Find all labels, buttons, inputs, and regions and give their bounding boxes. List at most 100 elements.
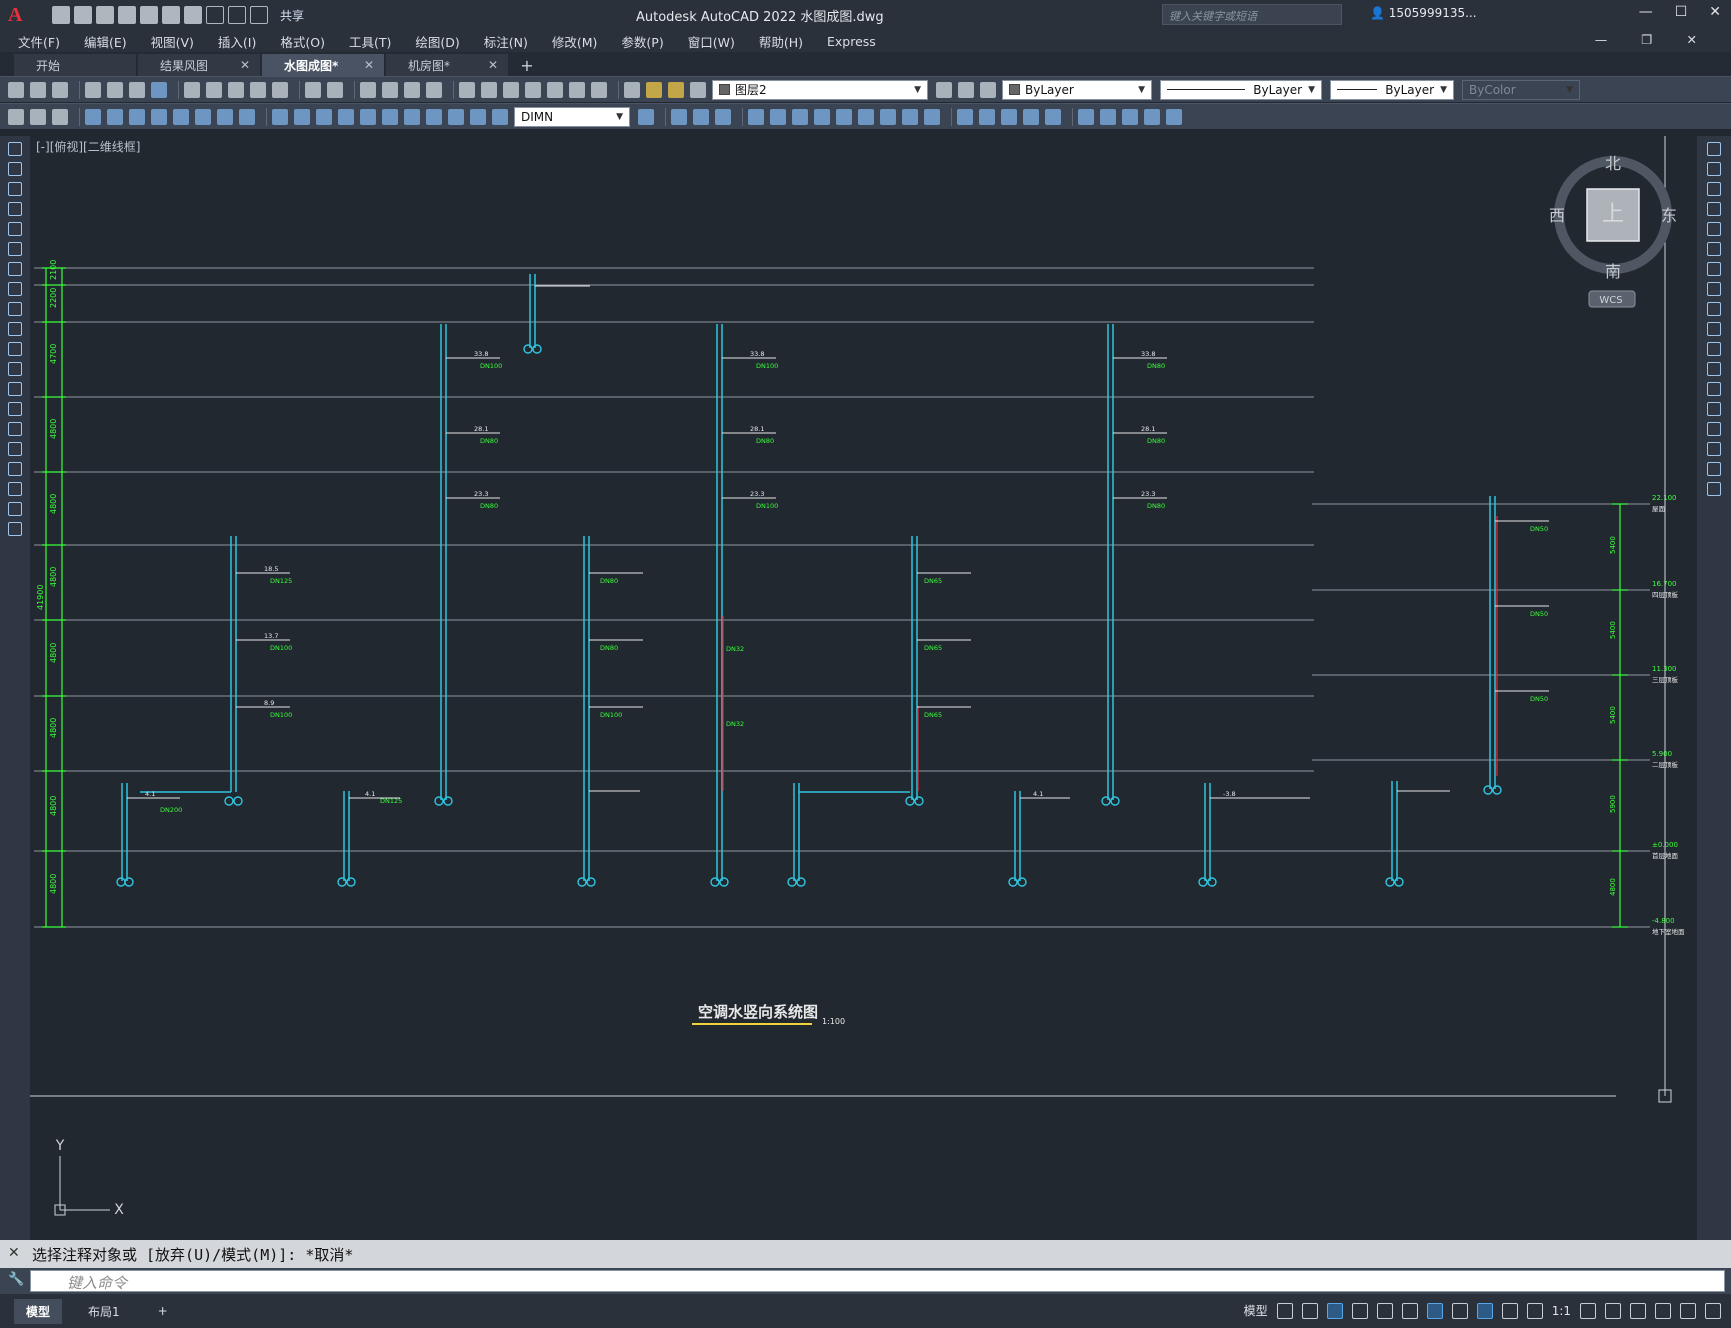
customization-menu-icon[interactable] xyxy=(1705,1302,1721,1319)
calculator-icon[interactable] xyxy=(569,81,585,98)
construction-line-icon[interactable] xyxy=(8,162,22,176)
rotate-icon[interactable] xyxy=(814,108,830,125)
scale-icon[interactable] xyxy=(1707,282,1721,296)
join-icon[interactable] xyxy=(1707,402,1721,416)
plot-preview-icon[interactable] xyxy=(107,81,123,98)
grid-icon[interactable] xyxy=(1276,1302,1293,1319)
revision-cloud-icon[interactable] xyxy=(8,282,22,296)
plot-icon[interactable] xyxy=(85,81,101,98)
doc-minimize-icon[interactable]: — xyxy=(1595,32,1608,47)
ellipse-arc-icon[interactable] xyxy=(8,342,22,356)
clean-screen-icon[interactable] xyxy=(1680,1302,1696,1319)
copy-icon[interactable] xyxy=(1707,162,1721,176)
customize-qa-icon[interactable] xyxy=(250,6,268,24)
menu-tools[interactable]: 工具(T) xyxy=(349,32,391,51)
polygon-icon[interactable] xyxy=(8,202,22,216)
open-icon[interactable] xyxy=(74,6,92,24)
layer-properties-icon[interactable] xyxy=(624,81,640,98)
tab-model[interactable]: 模型 xyxy=(14,1298,63,1324)
rotate-icon[interactable] xyxy=(1707,262,1721,276)
center-mark-icon[interactable] xyxy=(404,108,420,125)
layer-dropdown[interactable]: 图层2 ▼ xyxy=(712,79,928,100)
tab-result-air[interactable]: 结果风图 ✕ xyxy=(138,54,260,76)
maximize-icon[interactable]: ☐ xyxy=(1675,4,1688,20)
explode-icon[interactable] xyxy=(1707,482,1721,496)
break-at-point-icon[interactable] xyxy=(1707,362,1721,376)
hatch-icon[interactable] xyxy=(8,422,22,436)
chamfer-icon[interactable] xyxy=(957,108,973,125)
zoom-realtime-icon[interactable] xyxy=(382,81,398,98)
fillet-icon[interactable] xyxy=(1707,442,1721,456)
isolate-objects-icon[interactable] xyxy=(1630,1302,1646,1319)
sheet-set-icon[interactable] xyxy=(525,81,541,98)
menu-express[interactable]: Express xyxy=(827,34,876,49)
auto-scale-icon[interactable] xyxy=(1501,1302,1518,1319)
new-icon[interactable] xyxy=(52,6,70,24)
annotation-scale-icon[interactable] xyxy=(1526,1302,1543,1319)
add-selected-icon[interactable] xyxy=(8,522,22,536)
ortho-icon[interactable] xyxy=(1326,1302,1343,1319)
saveas-icon[interactable] xyxy=(118,6,136,24)
layer-tool-3-icon[interactable] xyxy=(52,108,68,125)
rectangle-icon[interactable] xyxy=(8,222,22,236)
share-button[interactable]: 共享 xyxy=(280,7,304,24)
undo-icon[interactable] xyxy=(206,6,224,24)
object-snap-icon[interactable] xyxy=(1426,1302,1443,1319)
new-icon[interactable] xyxy=(8,81,24,98)
multiline-text-icon[interactable] xyxy=(8,502,22,516)
redo-icon[interactable] xyxy=(327,81,343,98)
tab-machine-room[interactable]: 机房图* ✕ xyxy=(386,54,508,76)
stretch-icon[interactable] xyxy=(1707,302,1721,316)
layer-tool-2-icon[interactable] xyxy=(30,108,46,125)
close-icon[interactable]: ✕ xyxy=(8,1245,20,1261)
command-input[interactable]: 键入命令 xyxy=(30,1270,1725,1292)
isodraft-icon[interactable] xyxy=(1376,1302,1393,1319)
explode-icon[interactable] xyxy=(1001,108,1017,125)
make-block-icon[interactable] xyxy=(8,382,22,396)
trim-icon[interactable] xyxy=(880,108,896,125)
scale-icon[interactable] xyxy=(836,108,852,125)
match-properties-icon[interactable] xyxy=(250,81,266,98)
design-center-icon[interactable] xyxy=(481,81,497,98)
dim-text-edit-icon[interactable] xyxy=(492,108,508,125)
extend-icon[interactable] xyxy=(902,108,918,125)
drawing-canvas[interactable]: [-][俯视][二维线框] 2100 2200 4700 4800 4800 4… xyxy=(30,136,1697,1240)
copy-object-icon[interactable] xyxy=(693,108,709,125)
break-icon[interactable] xyxy=(1707,382,1721,396)
menu-edit[interactable]: 编辑(E) xyxy=(84,32,127,51)
continue-dim-icon[interactable] xyxy=(316,108,332,125)
linetype-dropdown[interactable]: ByLayer ▼ xyxy=(1160,79,1322,100)
menu-file[interactable]: 文件(F) xyxy=(18,32,60,51)
menu-insert[interactable]: 插入(I) xyxy=(218,32,256,51)
help-icon[interactable] xyxy=(591,81,607,98)
search-input[interactable]: 键入关键字或短语 xyxy=(1162,4,1342,25)
mirror-icon[interactable] xyxy=(715,108,731,125)
ordinate-dim-icon[interactable] xyxy=(151,108,167,125)
layer-lock-icon[interactable] xyxy=(690,81,706,98)
join-icon[interactable] xyxy=(1023,108,1039,125)
paste-icon[interactable] xyxy=(228,81,244,98)
mirror-icon[interactable] xyxy=(1707,182,1721,196)
menu-help[interactable]: 帮助(H) xyxy=(759,32,803,51)
tool-palettes-icon[interactable] xyxy=(503,81,519,98)
make-block-icon[interactable] xyxy=(1100,108,1116,125)
annotation-visibility-icon[interactable] xyxy=(1476,1302,1493,1319)
menu-modify[interactable]: 修改(M) xyxy=(552,32,598,51)
circle-icon[interactable] xyxy=(8,262,22,276)
layer-state-icon[interactable] xyxy=(980,81,996,98)
save-icon[interactable] xyxy=(52,81,68,98)
dim-style-icon[interactable] xyxy=(638,108,654,125)
offset-icon[interactable] xyxy=(1707,202,1721,216)
ellipse-icon[interactable] xyxy=(8,322,22,336)
tab-close-icon[interactable]: ✕ xyxy=(240,58,250,72)
layer-on-icon[interactable] xyxy=(646,81,662,98)
spline-icon[interactable] xyxy=(8,302,22,316)
annotation-monitor-icon[interactable] xyxy=(1605,1302,1621,1319)
markup-icon[interactable] xyxy=(547,81,563,98)
new-tab-button[interactable]: + xyxy=(516,56,538,76)
region-icon[interactable] xyxy=(8,462,22,476)
save-web-icon[interactable] xyxy=(162,6,180,24)
linear-dim-icon[interactable] xyxy=(85,108,101,125)
menu-format[interactable]: 格式(O) xyxy=(280,32,325,51)
arc-icon[interactable] xyxy=(8,242,22,256)
